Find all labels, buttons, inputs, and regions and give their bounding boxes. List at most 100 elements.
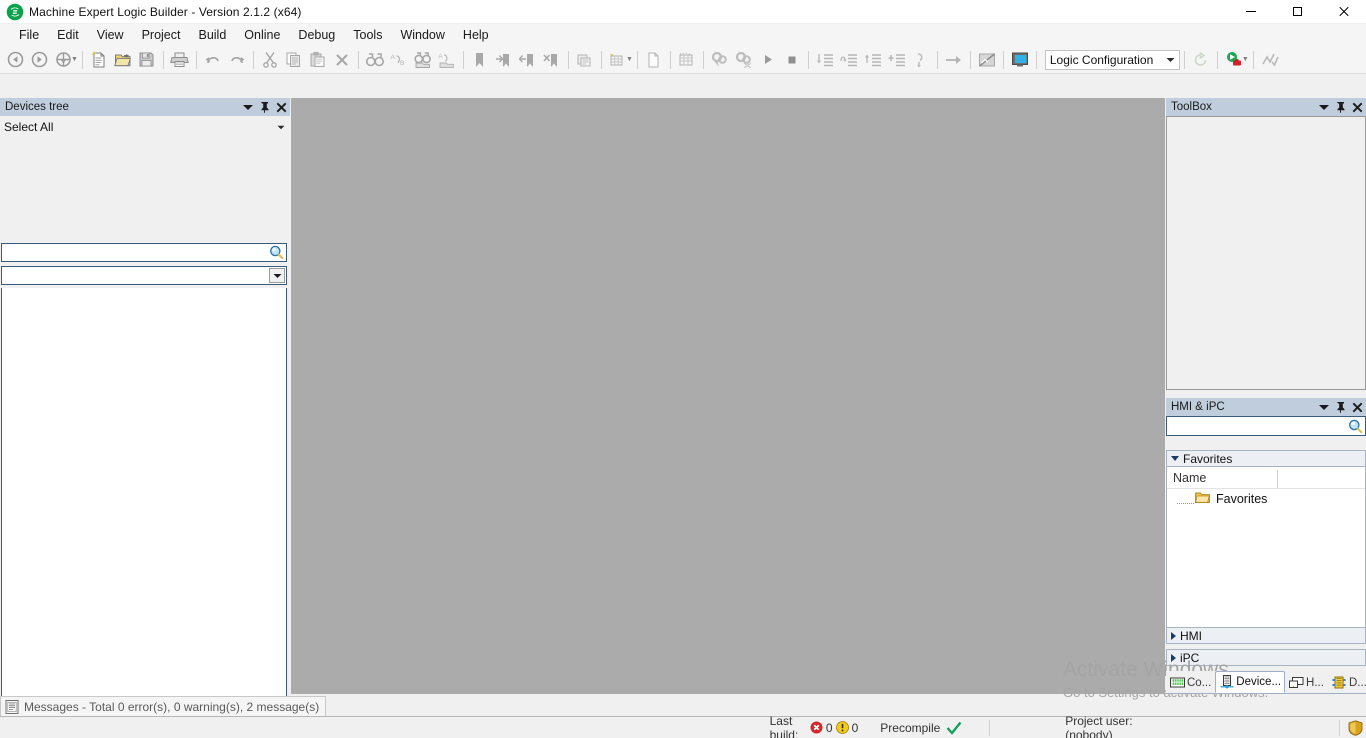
replace-in-project-button[interactable]: A	[435, 48, 459, 72]
set-next-statement-button[interactable]	[909, 48, 933, 72]
clean-button[interactable]	[642, 48, 666, 72]
menu-help[interactable]: Help	[454, 25, 498, 45]
status-divider	[1339, 719, 1340, 736]
tab-dtm[interactable]: D...	[1328, 672, 1366, 693]
shield-icon[interactable]	[1348, 719, 1363, 736]
menu-window[interactable]: Window	[391, 25, 453, 45]
devices-filter-dropdown[interactable]	[1, 266, 287, 285]
tab-controllers[interactable]: Co...	[1166, 672, 1215, 693]
cut-button[interactable]	[258, 48, 282, 72]
close-icon	[1352, 102, 1363, 112]
refresh-configuration-button[interactable]	[1189, 48, 1213, 72]
navigate-forward-button[interactable]	[27, 48, 51, 72]
devices-search-box[interactable]	[1, 243, 287, 262]
menu-view[interactable]: View	[88, 25, 133, 45]
menu-tools[interactable]: Tools	[344, 25, 391, 45]
find-button[interactable]	[363, 48, 387, 72]
devices-tree-content[interactable]	[1, 288, 287, 738]
start-button[interactable]	[756, 48, 780, 72]
display-mode-button[interactable]	[1008, 48, 1032, 72]
menu-build[interactable]: Build	[189, 25, 235, 45]
find-in-project-button[interactable]	[411, 48, 435, 72]
main-editor-area[interactable]	[291, 98, 1165, 694]
section-hmi-header[interactable]: HMI	[1166, 627, 1366, 644]
undo-button[interactable]	[201, 48, 225, 72]
stop-button[interactable]	[780, 48, 804, 72]
toolbox-close-button[interactable]	[1349, 99, 1366, 115]
chevron-down-icon	[1318, 104, 1329, 110]
verify-button[interactable]	[1258, 48, 1282, 72]
copy-button[interactable]	[282, 48, 306, 72]
hmi-search-input[interactable]	[1167, 417, 1345, 435]
build-button[interactable]	[573, 48, 597, 72]
menu-edit[interactable]: Edit	[48, 25, 88, 45]
magnifier-icon[interactable]	[266, 245, 286, 260]
right-panel-tabs: Co... Device... H... D...	[1166, 671, 1366, 694]
magnifier-icon[interactable]	[1345, 419, 1365, 434]
column-divider[interactable]	[1277, 470, 1278, 488]
run-to-cursor-button[interactable]	[885, 48, 909, 72]
devices-tree-close-button[interactable]	[273, 99, 290, 115]
tab-messages[interactable]: Messages - Total 0 error(s), 0 warning(s…	[0, 696, 327, 716]
menu-project[interactable]: Project	[133, 25, 190, 45]
chevron-down-icon[interactable]	[1163, 51, 1179, 69]
step-into-button[interactable]	[813, 48, 837, 72]
hmi-ipc-menu-button[interactable]	[1315, 399, 1332, 415]
flow-control-button[interactable]	[975, 48, 999, 72]
toolbox-menu-button[interactable]	[1315, 99, 1332, 115]
delete-button[interactable]	[330, 48, 354, 72]
next-bookmark-button[interactable]	[492, 48, 516, 72]
navigate-to-button[interactable]	[51, 48, 75, 72]
maximize-button[interactable]	[1274, 0, 1320, 24]
toggle-bookmark-button[interactable]	[468, 48, 492, 72]
logic-configuration-combo[interactable]: Logic Configuration	[1044, 49, 1180, 70]
tree-connector	[1177, 502, 1194, 504]
open-project-button[interactable]	[111, 48, 135, 72]
login-button[interactable]	[708, 48, 732, 72]
tab-hmi-ipc[interactable]: H...	[1285, 672, 1328, 693]
favorites-content[interactable]: Name Favorites	[1166, 467, 1366, 635]
logout-button[interactable]	[732, 48, 756, 72]
devices-tree-panel-title: Devices tree	[5, 101, 69, 113]
generate-code-button[interactable]	[606, 48, 630, 72]
hmi-search-box[interactable]	[1166, 416, 1366, 436]
close-button[interactable]	[1320, 0, 1366, 24]
redo-button[interactable]	[225, 48, 249, 72]
chevron-down-icon[interactable]	[272, 125, 290, 130]
clear-bookmarks-button[interactable]	[540, 48, 564, 72]
replace-button[interactable]: AB	[387, 48, 411, 72]
tree-item-favorites[interactable]: Favorites	[1167, 489, 1365, 509]
save-project-button[interactable]	[135, 48, 159, 72]
devices-search-input[interactable]	[2, 244, 266, 261]
print-button[interactable]	[168, 48, 192, 72]
new-project-button[interactable]	[87, 48, 111, 72]
step-over-button[interactable]	[837, 48, 861, 72]
toolbar-separator	[969, 50, 971, 69]
hmi-ipc-autohide-button[interactable]	[1332, 399, 1349, 415]
toolbox-content[interactable]	[1166, 116, 1366, 390]
section-ipc-header[interactable]: iPC	[1166, 649, 1366, 666]
devices-tree-panel: Devices tree Select All	[0, 98, 290, 738]
devices-tree-menu-button[interactable]	[239, 99, 256, 115]
navigate-back-button[interactable]	[3, 48, 27, 72]
toolbox-autohide-button[interactable]	[1332, 99, 1349, 115]
paste-button[interactable]	[306, 48, 330, 72]
step-out-button[interactable]	[861, 48, 885, 72]
connect-device-button[interactable]	[1222, 48, 1246, 72]
section-favorites-header[interactable]: Favorites	[1166, 450, 1366, 467]
minimize-button[interactable]	[1228, 0, 1274, 24]
single-cycle-button[interactable]	[942, 48, 966, 72]
chevron-down-icon	[242, 104, 253, 110]
toolbar-separator	[1035, 50, 1037, 69]
select-all-dropdown[interactable]: Select All	[0, 116, 290, 138]
rebuild-button[interactable]	[675, 48, 699, 72]
previous-bookmark-button[interactable]	[516, 48, 540, 72]
chevron-down-icon[interactable]	[269, 268, 285, 283]
toolbox-panel: ToolBox	[1166, 98, 1366, 398]
menu-file[interactable]: File	[10, 25, 48, 45]
tab-devices[interactable]: Device...	[1215, 671, 1286, 693]
hmi-ipc-close-button[interactable]	[1349, 399, 1366, 415]
menu-online[interactable]: Online	[235, 25, 289, 45]
menu-debug[interactable]: Debug	[289, 25, 344, 45]
devices-tree-autohide-button[interactable]	[256, 99, 273, 115]
